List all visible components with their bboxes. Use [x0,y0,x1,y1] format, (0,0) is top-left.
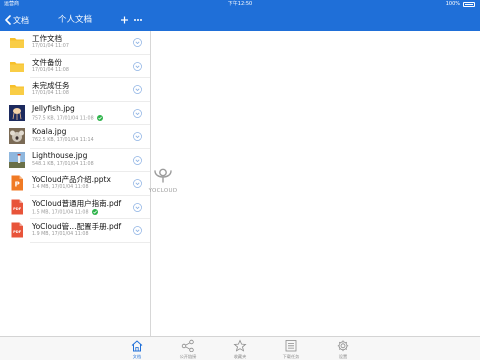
expand-chevron-icon[interactable] [133,132,142,141]
star-icon [233,339,247,352]
lighthouse-thumbnail [9,151,25,168]
folder-icon [10,85,24,95]
tab-label: 收藏夹 [233,353,247,359]
jellyfish-thumbnail [9,104,25,121]
file-row[interactable]: P YoCloud产品介绍.pptx 1.4 MB, 17/01/04 11:08 [0,172,150,196]
file-meta: 17/01/04 11:08 [32,68,69,73]
file-row[interactable]: Lighthouse.jpg 548.1 KB, 17/01/04 11:08 [0,149,150,172]
more-icon[interactable] [133,14,143,26]
file-row[interactable]: 工作文档 17/01/04 11:07 [0,31,150,55]
yocloud-logo [154,168,172,183]
status-bar: 运营商 下午12:50 100% [0,0,480,9]
file-meta: 1.5 MB, 17/01/04 11:08 [32,208,98,215]
tab-1[interactable]: 公开链接 [163,337,213,360]
file-name: YoCloud普通用户指南.pdf [32,198,122,208]
file-meta-text: 1.9 MB, 17/01/04 11:08 [32,232,89,237]
tab-4[interactable]: 设置 [318,337,368,360]
file-meta: 548.1 KB, 17/01/04 11:08 [32,162,94,167]
expand-chevron-icon[interactable] [133,155,142,165]
file-meta: 757.5 KB, 17/01/04 11:08 [32,114,103,121]
file-row[interactable]: Jellyfish.jpg 757.5 KB, 17/01/04 11:08 [0,102,150,125]
tab-label: 公开链接 [179,353,197,359]
tab-0[interactable]: 文档 [112,337,162,360]
file-name: YoCloud管…配置手册.pdf [32,222,122,231]
file-meta-text: 548.1 KB, 17/01/04 11:08 [32,161,94,167]
tab-label: 设置 [338,353,348,359]
file-meta-text: 17/01/04 11:08 [32,91,69,96]
tab-2[interactable]: 收藏夹 [215,337,265,360]
file-meta-text: 757.5 KB, 17/01/04 11:08 [32,116,94,121]
file-row[interactable]: 未完成任务 17/01/04 11:08 [0,78,150,102]
row-separator [30,241,150,243]
detail-pane [151,31,480,336]
expand-chevron-icon[interactable] [133,61,142,71]
file-row[interactable]: PDF YoCloud普通用户指南.pdf 1.5 MB, 17/01/04 11:… [0,196,150,219]
file-meta-text: 762.5 KB, 17/01/04 11:14 [32,138,94,143]
tab-label: 下载任务 [282,353,300,359]
svg-text:P: P [15,181,20,189]
file-meta-text: 1.5 MB, 17/01/04 11:08 [32,210,89,215]
battery-percent: 100% [445,1,460,7]
file-meta: 17/01/04 11:08 [32,91,69,96]
synced-check-icon [91,208,98,215]
status-time: 下午12:50 [227,1,253,7]
svg-text:PDF: PDF [13,207,22,211]
file-meta-text: 17/01/04 11:07 [32,44,69,49]
expand-chevron-icon[interactable] [133,226,142,235]
file-name: 文件备份 [32,57,62,67]
expand-chevron-icon[interactable] [133,38,142,47]
tab-3[interactable]: 下载任务 [266,337,316,360]
tab-bar: 文档 公开链接 收藏夹 下载任务 设置 [0,336,480,360]
file-name: Lighthouse.jpg [32,150,88,160]
folder-icon [10,61,24,72]
file-meta-text: 17/01/04 11:08 [32,67,69,73]
synced-check-icon [96,114,103,121]
pdf-file-icon: PDF [11,199,23,214]
expand-chevron-icon[interactable] [133,179,142,188]
home-icon [131,340,143,352]
battery-icon [463,2,475,7]
pptx-file-icon: P [11,175,23,191]
logo-wordmark: YOCLOUD [148,188,178,194]
file-list: 工作文档 17/01/04 11:07 文件备份 17/01/04 11:08 未完成任… [0,31,150,336]
expand-chevron-icon[interactable] [133,85,142,94]
file-meta: 17/01/04 11:07 [32,44,69,49]
file-row[interactable]: Koala.jpg 762.5 KB, 17/01/04 11:14 [0,125,150,149]
file-name: 工作文档 [32,34,62,43]
file-meta-text: 1.4 MB, 17/01/04 11:08 [32,185,89,190]
file-name: Koala.jpg [32,127,67,136]
gear-icon [337,340,349,352]
file-meta: 1.4 MB, 17/01/04 11:08 [32,185,89,190]
file-name: 未完成任务 [32,81,70,90]
svg-text:PDF: PDF [13,230,22,234]
expand-chevron-icon[interactable] [133,108,142,118]
file-name: YoCloud产品介绍.pptx [32,175,111,184]
add-icon[interactable] [120,14,129,26]
koala-thumbnail [9,128,25,144]
file-row[interactable]: 文件备份 17/01/04 11:08 [0,55,150,78]
tab-label: 文档 [132,353,142,359]
file-meta: 1.9 MB, 17/01/04 11:08 [32,232,89,237]
nav-bar: 文档 个人文档 [0,9,480,31]
file-row[interactable]: PDF YoCloud管…配置手册.pdf 1.9 MB, 17/01/04 11:… [0,219,150,243]
pdf-file-icon: PDF [11,222,23,238]
expand-chevron-icon[interactable] [133,202,142,212]
folder-icon [10,38,24,48]
file-name: Jellyfish.jpg [32,103,75,113]
share-icon [181,339,194,352]
file-meta: 762.5 KB, 17/01/04 11:14 [32,138,94,143]
list-icon [285,340,297,352]
